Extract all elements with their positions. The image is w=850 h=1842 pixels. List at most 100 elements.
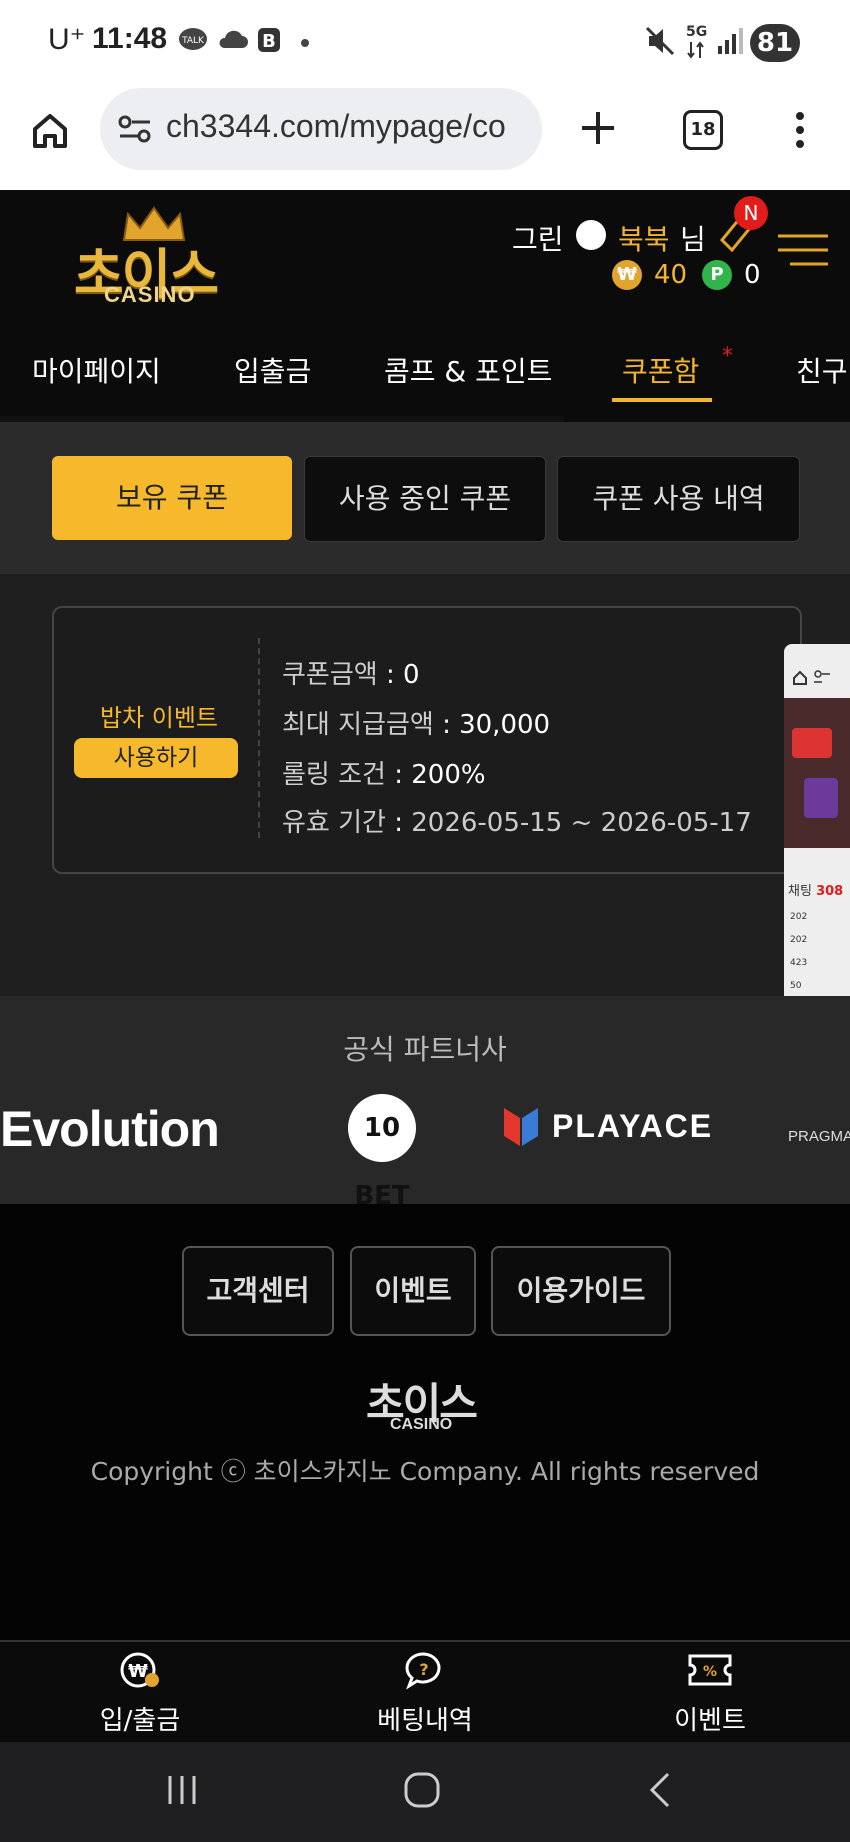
- tab-owned-coupons[interactable]: 보유 쿠폰: [52, 456, 292, 540]
- copyright-text: Copyright ⓒ 초이스카지노 Company. All rights r…: [90, 1457, 760, 1486]
- coupon-rolling-value: 200%: [411, 760, 486, 790]
- mini-chat-label: 채팅: [788, 884, 812, 899]
- coupon-period-value: 2026-05-15 ~ 2026-05-17: [411, 808, 752, 838]
- coupon-max-value: 30,000: [459, 710, 551, 740]
- mini-chat-row: 50: [790, 981, 802, 991]
- signal-icon: [718, 28, 743, 54]
- partners-title: 공식 파트너사: [343, 1033, 507, 1066]
- mini-game-preview: [784, 698, 850, 848]
- point-coin-icon: P: [702, 260, 732, 290]
- mypage-nav: 마이페이지 입출금 콤프 & 포인트 쿠폰함 * 친구: [0, 330, 850, 428]
- site-settings-icon[interactable]: [118, 114, 152, 144]
- nav-new-indicator: *: [722, 344, 733, 369]
- bottom-nav-deposit-label: 입/출금: [99, 1706, 181, 1736]
- b-app-icon: B: [258, 28, 280, 52]
- coupon-event-name: 밥차 이벤트: [99, 704, 219, 732]
- cloud-icon: [219, 30, 248, 48]
- mini-settings-icon: [814, 670, 830, 683]
- user-name: 북북: [618, 223, 670, 256]
- user-suffix: 님: [680, 223, 706, 256]
- point-balance: 0: [744, 260, 761, 290]
- level-badge-icon: [576, 220, 606, 250]
- customer-center-button[interactable]: 고객센터: [182, 1246, 334, 1336]
- back-icon[interactable]: [646, 1770, 674, 1810]
- recent-apps-icon[interactable]: [166, 1772, 200, 1808]
- mute-icon: [645, 26, 675, 56]
- kakaotalk-icon: TALK: [179, 28, 207, 50]
- bottom-nav-betting-label: 베팅내역: [377, 1706, 473, 1736]
- new-tab-icon[interactable]: [578, 108, 618, 148]
- android-home-icon[interactable]: [402, 1770, 442, 1810]
- bottom-nav-event-label: 이벤트: [674, 1706, 746, 1736]
- coupon-period-row: 유효 기간 : 2026-05-15 ~ 2026-05-17: [282, 808, 752, 838]
- tab-coupon-history[interactable]: 쿠폰 사용 내역: [557, 456, 800, 542]
- svg-text:B: B: [262, 31, 276, 52]
- use-coupon-button[interactable]: 사용하기: [74, 738, 238, 778]
- coupon-max-row: 최대 지급금액 : 30,000: [282, 710, 551, 740]
- partner-logo-evolution: Evolution: [0, 1101, 220, 1157]
- user-guide-button[interactable]: 이용가이드: [491, 1246, 671, 1336]
- bottom-nav: ₩ 입/출금 ? 베팅내역 % 이벤트: [0, 1640, 850, 1744]
- partner-logo-playace: PLAYACE: [552, 1108, 714, 1144]
- more-options-icon[interactable]: [790, 108, 810, 152]
- mini-chat-row: 202: [790, 935, 808, 945]
- system-navigation-bar: [0, 1742, 850, 1842]
- coupon-card: 밥차 이벤트 사용하기 쿠폰금액 : 0 최대 지급금액 : 30,000 롤링…: [52, 606, 802, 874]
- nav-item-mypage[interactable]: 마이페이지: [32, 350, 161, 390]
- mini-chat-header: 채팅 308: [788, 880, 843, 899]
- site-logo-sub: CASINO: [104, 282, 196, 307]
- card-divider: [258, 638, 260, 838]
- partners-section: 공식 파트너사 Evolution 10 BET PLAYACE PRAGMAT: [0, 996, 850, 1211]
- coupon-max-label: 최대 지급금액: [282, 710, 434, 740]
- mini-chat-count: 308: [816, 884, 844, 899]
- mini-chat-row: 202: [790, 912, 808, 922]
- coupon-tabs: 보유 쿠폰 사용 중인 쿠폰 쿠폰 사용 내역: [0, 422, 850, 574]
- nav-item-coupon[interactable]: 쿠폰함: [622, 350, 699, 390]
- mini-home-icon: [793, 670, 807, 685]
- address-bar[interactable]: ch3344.com/mypage/co: [100, 88, 542, 170]
- url-text: ch3344.com/mypage/co: [166, 108, 506, 144]
- battery-indicator: 81: [750, 24, 800, 62]
- event-button[interactable]: 이벤트: [350, 1246, 476, 1336]
- svg-text:%: %: [703, 1664, 717, 1680]
- coupon-amount-label: 쿠폰금액: [282, 660, 378, 690]
- svg-text:?: ?: [419, 1660, 428, 1679]
- site-footer: 고객센터 이벤트 이용가이드 초이스 CASINO Copyright ⓒ 초이…: [0, 1204, 850, 1640]
- tab-in-use-coupons[interactable]: 사용 중인 쿠폰: [304, 456, 546, 542]
- won-exchange-icon: ₩: [120, 1652, 159, 1688]
- bottom-nav-betting-history[interactable]: ? 베팅내역: [325, 1650, 525, 1737]
- tab-switcher-button[interactable]: 18: [683, 110, 723, 150]
- partner-logo-10bet: 10 BET: [348, 1094, 416, 1211]
- coupon-rolling-label: 롤링 조건: [282, 760, 386, 790]
- playace-icon: [504, 1108, 538, 1146]
- site-header: 초이스 CASINO 그린 북북 님 N ₩ 40 P 0: [0, 190, 850, 330]
- browser-toolbar: ch3344.com/mypage/co 18: [0, 88, 850, 190]
- footer-logo-sub: CASINO: [390, 1416, 453, 1433]
- dot-icon: [301, 39, 309, 47]
- nav-item-comp-point[interactable]: 콤프 & 포인트: [384, 350, 552, 390]
- mini-chat-row: 423: [790, 958, 808, 968]
- menu-icon[interactable]: [776, 230, 830, 270]
- clock: 11:48: [92, 22, 168, 55]
- bottom-nav-event[interactable]: % 이벤트: [610, 1650, 810, 1737]
- network-label: 5G: [686, 24, 708, 40]
- data-arrows-icon: [687, 41, 704, 59]
- coupon-amount-value: 0: [402, 660, 420, 690]
- nav-item-deposit-withdraw[interactable]: 입출금: [234, 350, 311, 390]
- svg-text:TALK: TALK: [181, 36, 205, 46]
- won-balance: 40: [654, 260, 688, 290]
- question-chat-icon: ?: [405, 1652, 441, 1690]
- carrier-label: U⁺: [48, 23, 86, 56]
- battery-level: 81: [756, 28, 794, 58]
- home-icon[interactable]: [30, 110, 70, 150]
- partner-logo-pragmatic: PRAGMAT: [788, 1128, 850, 1145]
- bottom-nav-deposit[interactable]: ₩ 입/출금: [40, 1650, 240, 1737]
- svg-text:₩: ₩: [128, 1661, 148, 1682]
- mini-slot-symbol: [804, 778, 838, 818]
- coupon-rolling-row: 롤링 조건 : 200%: [282, 760, 486, 790]
- mini-slot-reel: [792, 728, 832, 758]
- nav-active-underline: [612, 398, 712, 402]
- nav-item-friend[interactable]: 친구: [796, 350, 848, 390]
- coupon-list: 밥차 이벤트 사용하기 쿠폰금액 : 0 최대 지급금액 : 30,000 롤링…: [0, 574, 850, 996]
- coupon-amount-row: 쿠폰금액 : 0: [282, 660, 420, 690]
